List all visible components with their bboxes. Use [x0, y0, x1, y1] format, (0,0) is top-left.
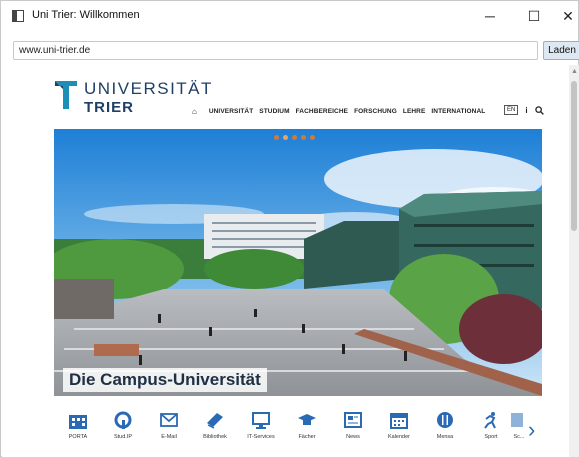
info-icon[interactable]: i: [525, 106, 527, 115]
address-toolbar: Laden: [1, 33, 579, 63]
nav-item-fachbereiche[interactable]: FACHBEREICHE: [296, 108, 348, 115]
app-icon: [12, 10, 24, 22]
nav-tools: EN i: [504, 105, 544, 115]
hero-caption: Die Campus-Universität: [63, 368, 267, 392]
nav-item-international[interactable]: INTERNATIONAL: [431, 108, 485, 115]
language-button[interactable]: EN: [504, 105, 519, 115]
nav-item-universitaet[interactable]: UNIVERSITÄT: [209, 108, 253, 115]
vertical-scrollbar[interactable]: ▲: [569, 65, 579, 457]
slider-dots: [274, 135, 319, 140]
slider-dot[interactable]: [301, 135, 306, 140]
url-input[interactable]: [13, 41, 538, 60]
window-title: Uni Trier: Willkommen: [32, 9, 140, 21]
slider-dot[interactable]: [274, 135, 279, 140]
minimize-button[interactable]: ─: [468, 1, 512, 31]
chevron-right-icon[interactable]: ›: [528, 417, 535, 443]
university-logo-icon[interactable]: [55, 81, 77, 109]
browser-window: Uni Trier: Willkommen ─ ☐ ✕ Laden UNIVER…: [0, 0, 579, 457]
cutlery-icon: [437, 412, 453, 428]
partial-icon: [511, 413, 523, 427]
calendar-icon: [390, 413, 408, 429]
load-button[interactable]: Laden: [543, 41, 579, 60]
logo-text-universitaet: UNIVERSITÄT: [84, 79, 213, 98]
main-navigation: ⌂ UNIVERSITÄT STUDIUM FACHBEREICHE FORSC…: [192, 107, 491, 116]
book-icon: [207, 413, 223, 429]
nav-item-studium[interactable]: STUDIUM: [259, 108, 289, 115]
newspaper-icon: [344, 412, 362, 428]
maximize-button[interactable]: ☐: [512, 1, 556, 31]
hero-slider[interactable]: Die Campus-Universität: [54, 129, 542, 396]
runner-icon: [484, 412, 496, 429]
mail-icon: [160, 413, 178, 427]
nav-item-forschung[interactable]: FORSCHUNG: [354, 108, 397, 115]
close-button[interactable]: ✕: [556, 1, 579, 31]
logo-text-trier: TRIER: [84, 99, 134, 116]
nav-item-lehre[interactable]: LEHRE: [403, 108, 426, 115]
home-icon[interactable]: ⌂: [192, 107, 197, 116]
scroll-up-icon[interactable]: ▲: [571, 68, 578, 75]
slider-dot-active[interactable]: [283, 135, 288, 140]
slider-dot[interactable]: [292, 135, 297, 140]
slider-dot[interactable]: [310, 135, 315, 140]
quicklink-label: Sc...: [513, 434, 525, 440]
title-bar: Uni Trier: Willkommen ─ ☐ ✕: [1, 1, 578, 31]
quicklink-partial[interactable]: Sc...: [509, 411, 529, 440]
scroll-thumb[interactable]: [571, 81, 577, 231]
graduation-cap-icon: [298, 414, 316, 425]
studip-icon: [114, 411, 132, 429]
campus-photo: [54, 129, 542, 396]
web-viewport: UNIVERSITÄT TRIER ⌂ UNIVERSITÄT STUDIUM …: [2, 65, 569, 457]
search-icon[interactable]: [534, 105, 544, 115]
building-icon: [69, 415, 87, 429]
monitor-icon: [252, 412, 270, 429]
quicklinks-bar: PORTA Stud.IP E-Mail Bibliothek IT-Servi…: [50, 411, 569, 457]
